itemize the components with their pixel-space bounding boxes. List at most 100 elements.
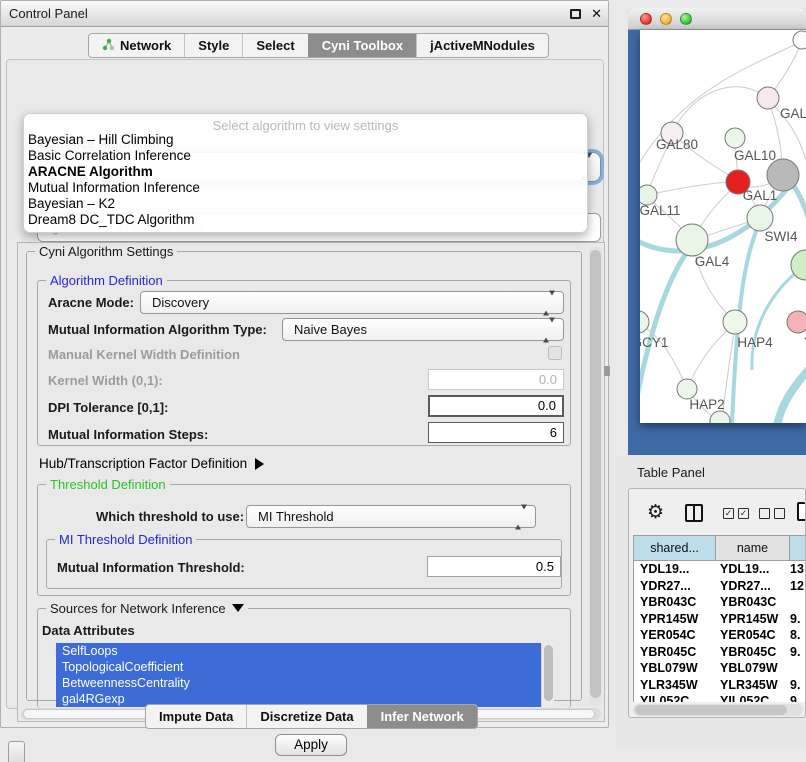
mi-threshold-input[interactable]: 0.5 <box>427 556 561 577</box>
algorithm-option[interactable]: Basic Correlation Inference <box>24 148 587 164</box>
table-cell: YPR145W <box>634 611 712 628</box>
algorithm-option[interactable]: ARACNE Algorithm <box>24 164 587 180</box>
deselect-all-checkbox-icon[interactable] <box>774 508 785 519</box>
node-table-rows: YDL19...YDL19...13YDR27...YDR27...12YBR0… <box>633 561 806 702</box>
network-edge[interactable] <box>647 182 736 195</box>
attribute-list-item[interactable]: TopologicalCoefficient <box>56 659 554 675</box>
mi-steps-input[interactable]: 6 <box>428 422 564 443</box>
network-node-label: GCY1 <box>640 335 668 350</box>
mi-threshold-title: MI Threshold Definition <box>55 532 196 547</box>
network-node[interactable] <box>787 311 806 333</box>
table-cell: 9 <box>782 693 806 702</box>
network-canvas[interactable]: GALGAL80GAL10GAL1GAL11SWI4GAL4GCY1HAP4YH… <box>640 30 806 423</box>
dpi-tolerance-input[interactable]: 0.0 <box>428 395 564 417</box>
network-node[interactable] <box>710 411 730 423</box>
aracne-mode-combobox[interactable]: Discovery <box>140 291 564 314</box>
panel-splitter-handle[interactable] <box>604 366 610 376</box>
table-row[interactable]: YBR045CYBR045C9. <box>634 644 806 661</box>
table-column-header[interactable]: shared... <box>634 536 716 561</box>
table-column-header[interactable]: A <box>789 536 806 561</box>
spinner-icon <box>543 295 555 310</box>
table-row[interactable]: YLR345WYLR345W9. <box>634 677 806 694</box>
algorithm-dropdown-popup: Select algorithm to view settings Bayesi… <box>23 113 588 233</box>
table-row[interactable]: YDL19...YDL19...13 <box>634 561 806 578</box>
network-node[interactable] <box>767 159 799 191</box>
tab-impute-data[interactable]: Impute Data <box>146 705 246 728</box>
table-row[interactable]: YPR145WYPR145W9. <box>634 611 806 628</box>
table-row[interactable]: YIL052CYIL052C9 <box>634 693 806 702</box>
select-all-checkbox-icon[interactable]: ✓ <box>723 508 734 519</box>
algorithm-option[interactable]: Bayesian – K2 <box>24 196 587 212</box>
float-panel-icon[interactable] <box>570 9 581 19</box>
algorithm-definition-title: Algorithm Definition <box>46 273 167 288</box>
network-node[interactable] <box>677 379 697 399</box>
algorithm-option[interactable]: Mutual Information Inference <box>24 180 587 196</box>
table-cell <box>782 594 806 611</box>
table-cell: YLR345W <box>712 677 782 694</box>
table-column-header[interactable]: name <box>716 536 790 561</box>
table-cell <box>782 660 806 677</box>
attribute-list-item[interactable]: SelfLoops <box>56 643 554 659</box>
table-cell: YBL079W <box>712 660 782 677</box>
table-panel: Table Panel ⚙ ✓ ✓ shared...nameA YDL19..… <box>616 456 806 746</box>
table-cell: YIL052C <box>712 693 782 702</box>
network-node[interactable] <box>757 87 779 109</box>
column-selector-icon[interactable] <box>685 504 703 522</box>
minimize-window-icon[interactable] <box>660 13 672 25</box>
tab-discretize-data[interactable]: Discretize Data <box>246 705 366 728</box>
manual-kernel-checkbox[interactable] <box>548 346 562 360</box>
network-node-label: HAP2 <box>689 397 724 412</box>
table-row[interactable]: YBL079WYBL079W <box>634 660 806 677</box>
tab-select[interactable]: Select <box>242 34 307 57</box>
attributes-scrollbar[interactable] <box>541 643 554 707</box>
network-node[interactable] <box>640 185 657 205</box>
network-node[interactable] <box>725 128 745 148</box>
tab-label: Infer Network <box>381 709 464 724</box>
table-row[interactable]: YBR043CYBR043C <box>634 594 806 611</box>
spinner-icon <box>543 322 555 337</box>
attribute-list-item[interactable]: BetweennessCentrality <box>56 675 554 691</box>
tab-network[interactable]: Network <box>89 34 184 57</box>
network-node-label: SWI4 <box>764 229 797 244</box>
table-row[interactable]: YDR27...YDR27...12 <box>634 578 806 595</box>
tab-label: Discretize Data <box>260 709 353 724</box>
which-threshold-combobox[interactable]: MI Threshold <box>246 505 536 528</box>
close-window-icon[interactable] <box>640 13 652 25</box>
screenshot-stage: Control Panel ✕ NetworkStyleSelectCyni T… <box>0 0 806 762</box>
table-horizontal-scrollbar[interactable] <box>633 704 803 716</box>
tab-style[interactable]: Style <box>184 34 242 57</box>
tab-label: jActiveMNodules <box>430 38 535 53</box>
tab-jactivemnodules[interactable]: jActiveMNodules <box>416 34 548 57</box>
kernel-width-label: Kernel Width (0,1): <box>48 373 163 388</box>
table-row[interactable]: YER054CYER054C8. <box>634 627 806 644</box>
mi-type-combobox[interactable]: Naive Bayes <box>282 318 564 341</box>
network-node[interactable] <box>676 224 708 256</box>
table-cell: 9. <box>782 644 806 661</box>
kernel-width-input[interactable]: 0.0 <box>428 369 564 390</box>
close-panel-icon[interactable]: ✕ <box>591 5 602 23</box>
network-edge[interactable] <box>776 360 806 423</box>
hub-definition-expander[interactable]: Hub/Transcription Factor Definition <box>39 456 264 471</box>
network-node[interactable] <box>723 310 747 334</box>
select-all-checkbox-icon[interactable]: ✓ <box>738 508 749 519</box>
tab-infer-network[interactable]: Infer Network <box>367 705 477 728</box>
network-node[interactable] <box>747 205 773 231</box>
gear-icon[interactable]: ⚙ <box>647 501 664 524</box>
zoom-window-icon[interactable] <box>680 13 692 25</box>
tab-cyni-toolbox[interactable]: Cyni Toolbox <box>308 34 416 57</box>
settings-vertical-scrollbar[interactable] <box>589 246 602 706</box>
table-function-icon[interactable] <box>797 502 806 521</box>
deselect-all-checkbox-icon[interactable] <box>759 508 770 519</box>
network-node[interactable] <box>793 31 806 49</box>
algorithm-option[interactable]: Bayesian – Hill Climbing <box>24 132 587 148</box>
data-attributes-list[interactable]: SelfLoopsTopologicalCoefficientBetweenne… <box>56 643 554 707</box>
network-edge[interactable] <box>688 324 735 387</box>
apply-button[interactable]: Apply <box>275 734 347 756</box>
mi-type-label: Mutual Information Algorithm Type: <box>48 322 267 337</box>
network-edge[interactable] <box>672 87 768 133</box>
tab-label: Network <box>120 38 171 53</box>
network-view-window: GALGAL80GAL10GAL1GAL11SWI4GAL4GCY1HAP4YH… <box>628 8 806 455</box>
algorithm-option[interactable]: Dream8 DC_TDC Algorithm <box>24 212 587 228</box>
tab-label: Impute Data <box>159 709 233 724</box>
bottom-left-button[interactable] <box>8 741 25 762</box>
